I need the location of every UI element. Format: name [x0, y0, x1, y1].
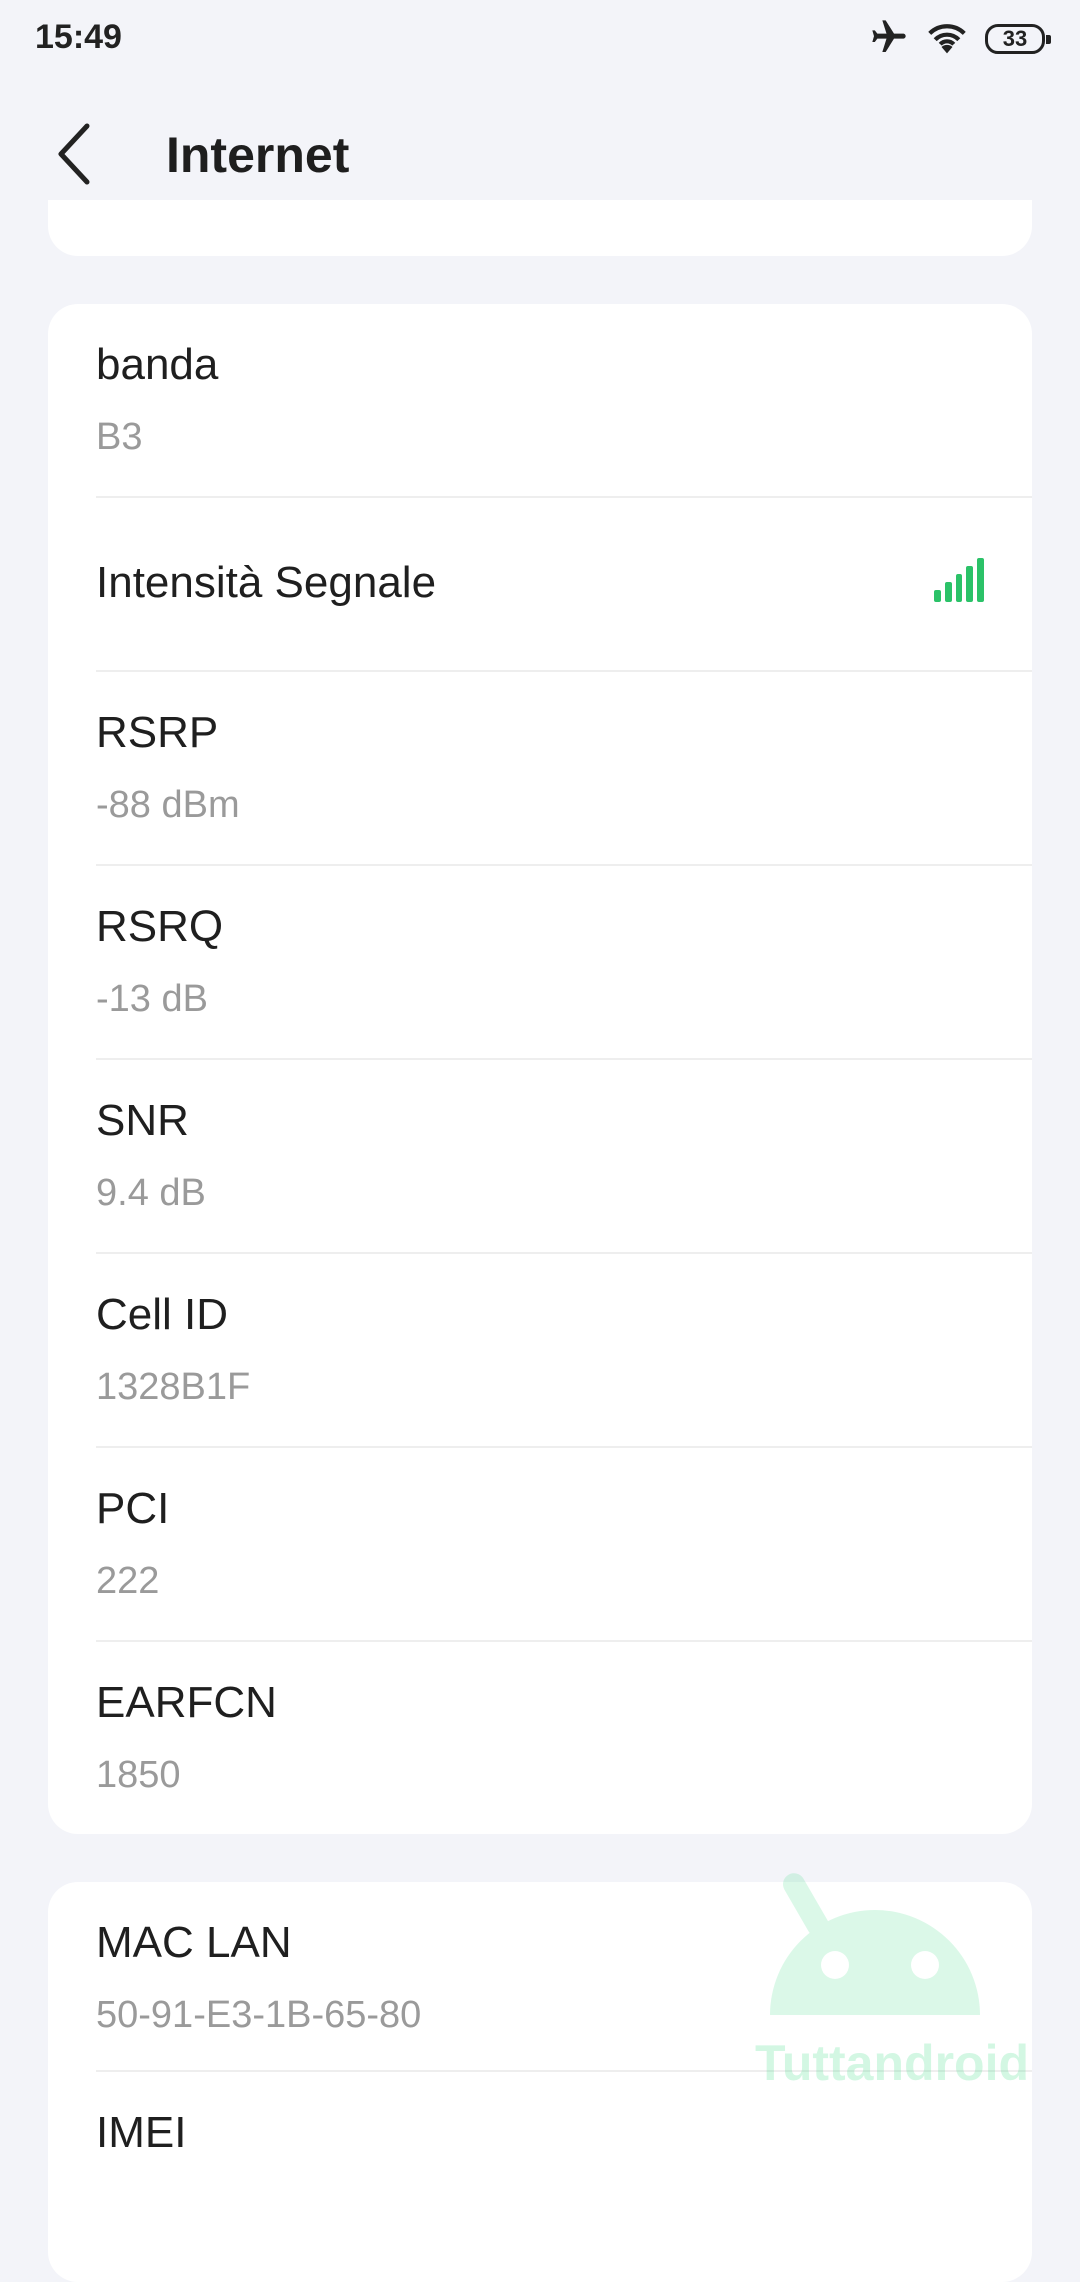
signal-bars-icon [934, 558, 984, 602]
list-item-cell-id[interactable]: Cell ID 1328B1F [48, 1254, 1032, 1448]
device-info-card: MAC LAN 50-91-E3-1B-65-80 IMEI [48, 1882, 1032, 2282]
signal-bar [944, 582, 952, 602]
item-label: IMEI [96, 2108, 187, 2157]
item-value: 222 [96, 1560, 160, 1602]
list-item-signal-strength[interactable]: Intensità Segnale [48, 498, 1032, 672]
back-button[interactable] [40, 116, 110, 196]
item-value: -13 dB [96, 978, 208, 1020]
list-item-imei[interactable]: IMEI [48, 2072, 1032, 2262]
item-value: B3 [96, 416, 143, 458]
status-time: 15:49 [35, 18, 122, 56]
item-label: RSRQ [96, 902, 224, 951]
item-value: -88 dBm [96, 784, 240, 826]
item-label: banda [96, 340, 219, 389]
signal-bar [977, 558, 984, 602]
list-item-pci[interactable]: PCI 222 [48, 1448, 1032, 1642]
signal-bar [966, 566, 974, 602]
item-label: RSRP [96, 708, 219, 757]
airplane-icon [869, 17, 909, 62]
list-item-rsrp[interactable]: RSRP -88 dBm [48, 672, 1032, 866]
status-icons: 33 [869, 17, 1051, 62]
battery-icon: 33 [985, 24, 1051, 54]
wifi-icon [925, 17, 969, 62]
signal-info-card: banda B3 Intensità Segnale RSRP -88 dBm … [48, 304, 1032, 1834]
item-label: PCI [96, 1484, 170, 1533]
list-item-snr[interactable]: SNR 9.4 dB [48, 1060, 1032, 1254]
list-item-rsrq[interactable]: RSRQ -13 dB [48, 866, 1032, 1060]
signal-bar [955, 574, 963, 602]
status-bar: 15:49 33 [0, 0, 1080, 76]
item-label: Cell ID [96, 1290, 229, 1339]
item-label: Intensità Segnale [96, 558, 437, 607]
list-item-banda[interactable]: banda B3 [48, 304, 1032, 498]
list-item-mac-lan[interactable]: MAC LAN 50-91-E3-1B-65-80 [48, 1882, 1032, 2072]
item-value: 9.4 dB [96, 1172, 206, 1214]
item-value: 50-91-E3-1B-65-80 [96, 1994, 422, 2036]
list-item-earfcn[interactable]: EARFCN 1850 [48, 1642, 1032, 1834]
item-label: MAC LAN [96, 1918, 292, 1967]
signal-bar [934, 590, 941, 602]
item-label: EARFCN [96, 1678, 277, 1727]
previous-card [48, 200, 1032, 256]
chevron-left-icon [55, 122, 95, 191]
item-value: 1850 [96, 1754, 181, 1796]
item-label: SNR [96, 1096, 189, 1145]
page-title: Internet [166, 127, 350, 183]
battery-level: 33 [1002, 26, 1028, 51]
item-value: 1328B1F [96, 1366, 251, 1408]
